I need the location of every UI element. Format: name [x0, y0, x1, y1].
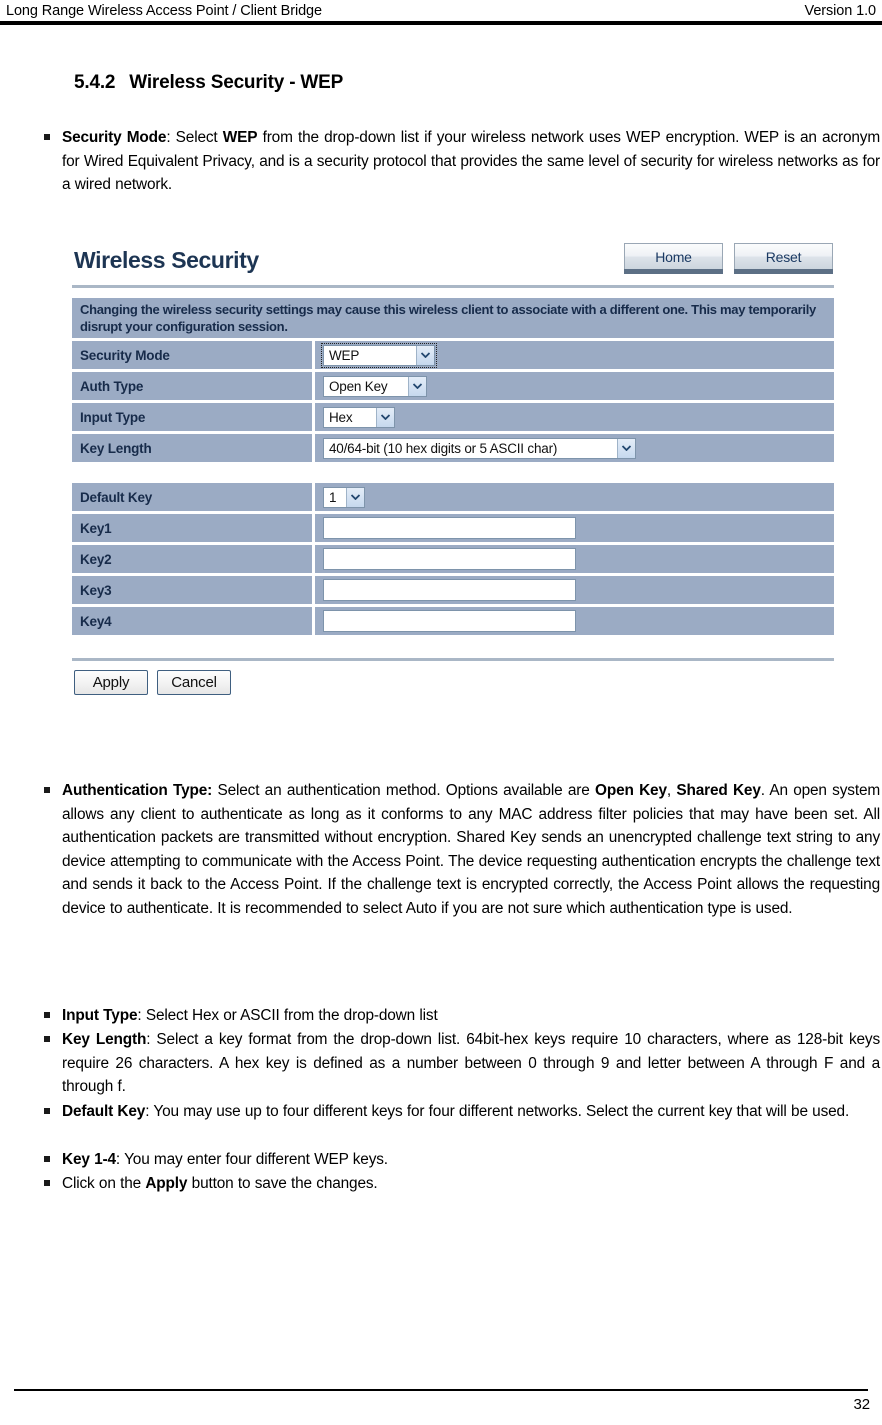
table-row-key2: Key2 [72, 545, 834, 573]
auth-type-select[interactable]: Open Key [323, 375, 427, 397]
table-row-key4: Key4 [72, 607, 834, 635]
section-title: Wireless Security - WEP [129, 72, 344, 93]
panel-action-buttons: Apply Cancel [74, 670, 231, 695]
label-key4: Key4 [72, 607, 312, 635]
default-key-select-value: 1 [329, 489, 337, 505]
warning-notice-row: Changing the wireless security settings … [72, 298, 834, 338]
key2-input[interactable] [323, 548, 576, 570]
square-bullet-icon [44, 1172, 62, 1197]
table-row-input-type: Input Type Hex [72, 403, 834, 431]
embedded-screenshot-wireless-security: Wireless Security Home Reset Changing th… [66, 243, 836, 733]
square-bullet-icon [44, 1028, 62, 1053]
bullet-key-length: Key Length: Select a key format from the… [44, 1028, 880, 1099]
field-key2 [315, 545, 834, 573]
security-mode-select-value: WEP [329, 347, 360, 363]
field-key1 [315, 514, 834, 542]
field-input-type: Hex [315, 403, 834, 431]
key1-input[interactable] [323, 517, 576, 539]
bullet-default-key-text: Default Key: You may use up to four diff… [62, 1103, 850, 1120]
header-version: Version 1.0 [804, 3, 877, 19]
label-auth-type: Auth Type [72, 372, 312, 400]
default-key-select[interactable]: 1 [323, 486, 365, 508]
bullet-input-type-text: Input Type: Select Hex or ASCII from the… [62, 1007, 438, 1024]
bullet-security-mode-text: Security Mode: Select WEP from the drop-… [62, 129, 880, 193]
table-section-gap [72, 465, 834, 483]
header-divider-rule [0, 21, 882, 25]
panel-settings-table: Changing the wireless security settings … [72, 298, 834, 638]
square-bullet-icon [44, 126, 62, 151]
label-key3: Key3 [72, 576, 312, 604]
table-row-auth-type: Auth Type Open Key [72, 372, 834, 400]
table-row-key1: Key1 [72, 514, 834, 542]
panel-actions-divider [72, 658, 834, 661]
panel-title: Wireless Security [74, 247, 259, 273]
page-title: 5.4.2 Wireless Security - WEP [74, 72, 343, 94]
cancel-button[interactable]: Cancel [157, 670, 231, 695]
input-type-select[interactable]: Hex [323, 406, 395, 428]
square-bullet-icon [44, 1004, 62, 1029]
chevron-down-icon [408, 376, 426, 396]
bullet-key-1-4: Key 1-4: You may enter four different WE… [44, 1148, 880, 1173]
header-document-title: Long Range Wireless Access Point / Clien… [6, 3, 322, 19]
key4-input[interactable] [323, 610, 576, 632]
bullet-default-key: Default Key: You may use up to four diff… [44, 1100, 880, 1125]
label-key-length: Key Length [72, 434, 312, 462]
key3-input[interactable] [323, 579, 576, 601]
bullet-key-length-text: Key Length: Select a key format from the… [62, 1031, 880, 1095]
field-key3 [315, 576, 834, 604]
warning-notice-text: Changing the wireless security settings … [80, 302, 816, 334]
panel-title-divider [72, 285, 834, 288]
table-row-key-length: Key Length 40/64-bit (10 hex digits or 5… [72, 434, 834, 462]
panel-topbar: Wireless Security Home Reset [66, 243, 836, 291]
chevron-down-icon [376, 407, 394, 427]
bullet-authentication-type: Authentication Type: Select an authentic… [44, 779, 880, 920]
chevron-down-icon [346, 487, 364, 507]
section-number: 5.4.2 [74, 72, 116, 93]
page-number: 32 [853, 1396, 871, 1413]
label-default-key: Default Key [72, 483, 312, 511]
field-auth-type: Open Key [315, 372, 834, 400]
square-bullet-icon [44, 1100, 62, 1125]
label-input-type: Input Type [72, 403, 312, 431]
field-key-length: 40/64-bit (10 hex digits or 5 ASCII char… [315, 434, 834, 462]
panel-nav-buttons: Home Reset [624, 243, 833, 274]
input-type-select-value: Hex [329, 409, 353, 425]
square-bullet-icon [44, 779, 62, 804]
home-button[interactable]: Home [624, 243, 723, 274]
field-security-mode: WEP [315, 341, 834, 369]
auth-type-select-value: Open Key [329, 378, 388, 394]
table-row-default-key: Default Key 1 [72, 483, 834, 511]
field-key4 [315, 607, 834, 635]
security-mode-select[interactable]: WEP [321, 342, 437, 368]
table-row-key3: Key3 [72, 576, 834, 604]
bullet-key-1-4-text: Key 1-4: You may enter four different WE… [62, 1151, 388, 1168]
chevron-down-icon [416, 345, 434, 365]
footer-divider-rule [14, 1389, 868, 1391]
table-row-security-mode: Security Mode WEP [72, 341, 834, 369]
key-length-select[interactable]: 40/64-bit (10 hex digits or 5 ASCII char… [323, 437, 636, 459]
label-key1: Key1 [72, 514, 312, 542]
label-security-mode: Security Mode [72, 341, 312, 369]
key-length-select-value: 40/64-bit (10 hex digits or 5 ASCII char… [329, 440, 558, 456]
square-bullet-icon [44, 1148, 62, 1173]
chevron-down-icon [617, 438, 635, 458]
bullet-authentication-type-text: Authentication Type: Select an authentic… [62, 782, 881, 917]
bullet-apply-note: Click on the Apply button to save the ch… [44, 1172, 880, 1197]
field-default-key: 1 [315, 483, 834, 511]
apply-button[interactable]: Apply [74, 670, 148, 695]
reset-button[interactable]: Reset [734, 243, 833, 274]
bullet-apply-note-text: Click on the Apply button to save the ch… [62, 1175, 378, 1192]
bullet-security-mode: Security Mode: Select WEP from the drop-… [44, 126, 880, 197]
bullet-input-type: Input Type: Select Hex or ASCII from the… [44, 1004, 880, 1029]
label-key2: Key2 [72, 545, 312, 573]
